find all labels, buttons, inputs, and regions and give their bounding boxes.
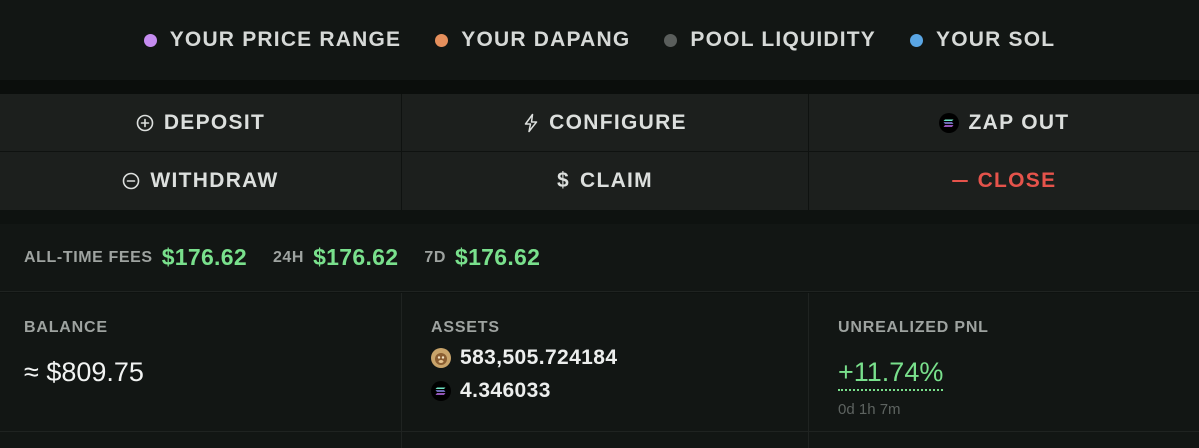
legend-dot-icon: [910, 33, 924, 47]
deposit-button[interactable]: DEPOSIT: [0, 94, 402, 152]
fee-value: $176.62: [455, 244, 541, 270]
fee-label: ALL-TIME FEES: [24, 248, 153, 266]
legend-dot-icon: [435, 33, 449, 47]
assets-panel: ASSETS 583,505.724184 4.346033: [402, 293, 809, 448]
chart-legend: YOUR PRICE RANGE YOUR DAPANG POOL LIQUID…: [0, 0, 1199, 80]
legend-item-sol: YOUR SOL: [910, 28, 1055, 52]
deposit-label: DEPOSIT: [163, 110, 266, 134]
legend-label: YOUR PRICE RANGE: [169, 28, 402, 51]
position-stats: BALANCE ≈ $809.75 ASSETS 583,505.724184: [0, 293, 1199, 448]
fees-7d: 7D $176.62: [424, 244, 540, 271]
asset-row-dapang: 583,505.724184: [431, 346, 784, 370]
dapang-token-icon: [431, 348, 451, 368]
configure-label: CONFIGURE: [549, 110, 687, 134]
dollar-icon: $: [557, 169, 570, 192]
legend-item-dapang: YOUR DAPANG: [435, 28, 630, 52]
lightning-icon: [523, 113, 539, 133]
claim-label: CLAIM: [579, 169, 653, 192]
claim-button[interactable]: $ CLAIM: [402, 152, 809, 210]
minus-circle-icon: [122, 172, 140, 190]
minus-icon: [951, 179, 968, 183]
pnl-duration: 0d 1h 7m: [838, 401, 901, 418]
legend-dot-icon: [664, 33, 678, 47]
asset-row-sol: 4.346033: [431, 379, 784, 403]
bottom-divider: [0, 431, 1199, 432]
asset-amount: 583,505.724184: [460, 346, 618, 369]
legend-label: YOUR DAPANG: [461, 28, 631, 51]
close-label: CLOSE: [977, 169, 1057, 192]
fee-value: $176.62: [161, 244, 247, 270]
assets-label: ASSETS: [431, 319, 500, 336]
fee-label: 7D: [424, 248, 446, 266]
configure-button[interactable]: CONFIGURE: [402, 94, 809, 152]
balance-value: ≈ $809.75: [24, 357, 144, 387]
close-button[interactable]: CLOSE: [809, 152, 1199, 210]
position-actions: DEPOSIT CONFIGURE ZAP OUT WITHDRAW $ CLA…: [0, 94, 1199, 210]
balance-label: BALANCE: [24, 319, 108, 336]
pnl-panel: UNREALIZED PNL +11.74% 0d 1h 7m: [809, 293, 1199, 448]
section-divider: [0, 80, 1199, 94]
legend-dot-icon: [143, 33, 157, 47]
withdraw-label: WITHDRAW: [150, 169, 279, 192]
zap-out-button[interactable]: ZAP OUT: [809, 94, 1199, 152]
solana-icon: [938, 112, 959, 133]
asset-amount: 4.346033: [460, 379, 551, 402]
balance-panel: BALANCE ≈ $809.75: [0, 293, 402, 448]
fees-summary: ALL-TIME FEES $176.62 24H $176.62 7D $17…: [0, 224, 1199, 292]
legend-item-price-range: YOUR PRICE RANGE: [143, 28, 402, 52]
fees-24h: 24H $176.62: [273, 244, 398, 271]
pnl-label: UNREALIZED PNL: [838, 319, 989, 336]
legend-label: POOL LIQUIDITY: [690, 28, 877, 51]
fee-value: $176.62: [313, 244, 399, 270]
plus-circle-icon: [136, 114, 154, 132]
withdraw-button[interactable]: WITHDRAW: [0, 152, 402, 210]
solana-token-icon: [431, 381, 451, 401]
all-time-fees: ALL-TIME FEES $176.62: [24, 244, 247, 271]
fee-label: 24H: [272, 248, 305, 266]
legend-label: YOUR SOL: [936, 28, 1056, 51]
zap-out-label: ZAP OUT: [968, 110, 1070, 134]
legend-item-pool-liquidity: POOL LIQUIDITY: [664, 28, 876, 52]
pnl-value[interactable]: +11.74%: [838, 357, 944, 391]
